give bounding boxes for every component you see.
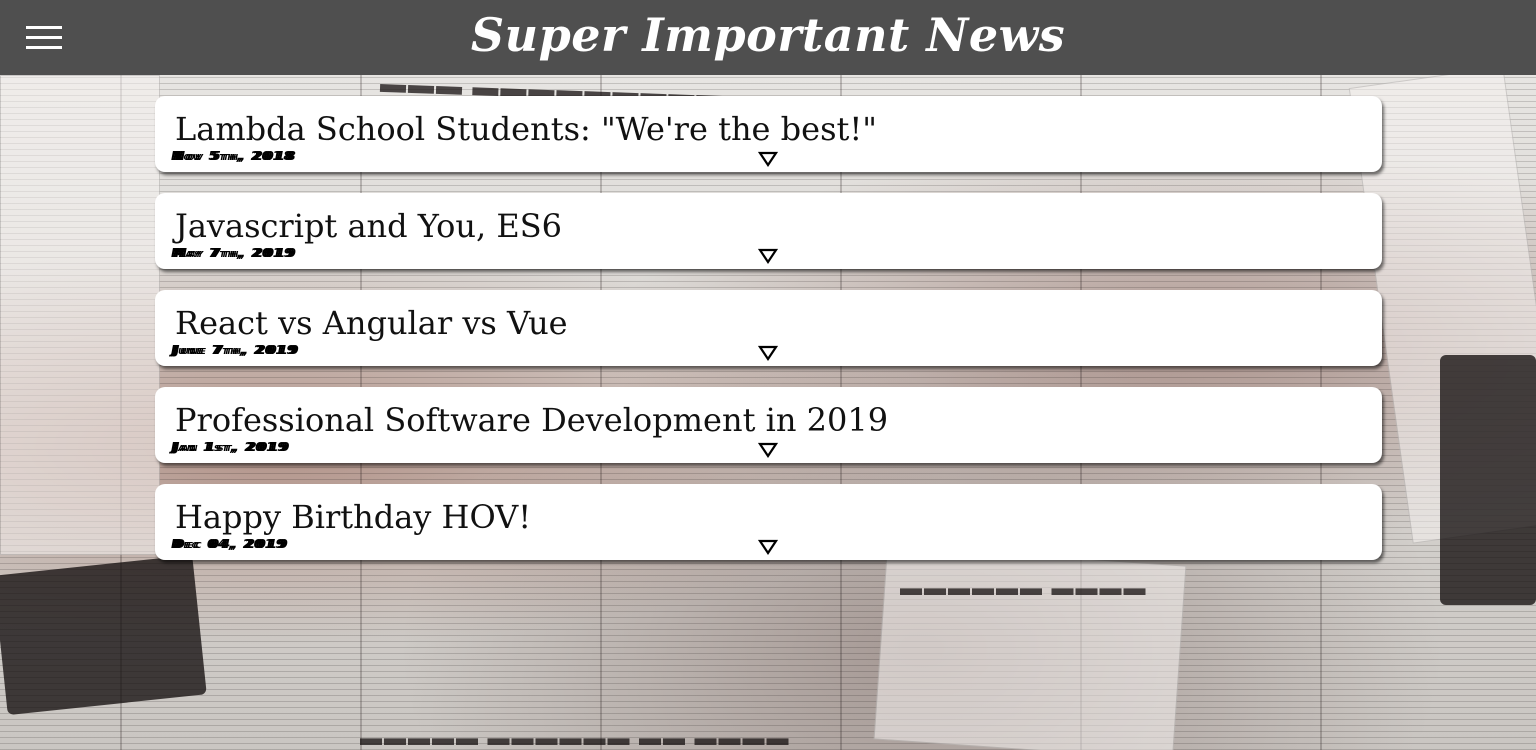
down-triangle-icon[interactable] <box>758 442 778 458</box>
article-card[interactable]: Javascript and You, ES6 May 7th, 2019 <box>155 193 1382 269</box>
down-triangle-icon[interactable] <box>758 345 778 361</box>
article-card[interactable]: Professional Software Development in 201… <box>155 387 1382 463</box>
article-title: Lambda School Students: "We're the best!… <box>175 110 877 148</box>
article-title: Javascript and You, ES6 <box>175 207 562 245</box>
newspaper-sheet <box>0 75 160 555</box>
article-date: Dec 04, 2019 <box>175 537 291 551</box>
top-header: Super Important News <box>0 0 1536 75</box>
article-list: Lambda School Students: "We're the best!… <box>155 96 1382 581</box>
article-date: May 7th, 2019 <box>175 246 299 260</box>
article-title: Happy Birthday HOV! <box>175 498 532 536</box>
down-triangle-icon[interactable] <box>758 151 778 167</box>
article-title: React vs Angular vs Vue <box>175 304 568 342</box>
newspaper-headline-fragment: ▬▬▬▬▬ ▬▬▬▬▬▬ ▬▬ ▬▬▬▬ <box>360 725 791 750</box>
article-card[interactable]: Lambda School Students: "We're the best!… <box>155 96 1382 172</box>
article-card[interactable]: React vs Angular vs Vue June 7th, 2019 <box>155 290 1382 366</box>
article-date: June 7th, 2019 <box>175 343 302 357</box>
article-card[interactable]: Happy Birthday HOV! Dec 04, 2019 <box>155 484 1382 560</box>
newspaper-photo-fragment <box>1440 355 1536 605</box>
article-date: Jan 1st, 2019 <box>175 440 293 454</box>
article-title: Professional Software Development in 201… <box>175 401 889 439</box>
down-triangle-icon[interactable] <box>758 539 778 555</box>
site-title: Super Important News <box>470 8 1066 62</box>
down-triangle-icon[interactable] <box>758 248 778 264</box>
article-date: Nov 5th, 2018 <box>175 149 299 163</box>
